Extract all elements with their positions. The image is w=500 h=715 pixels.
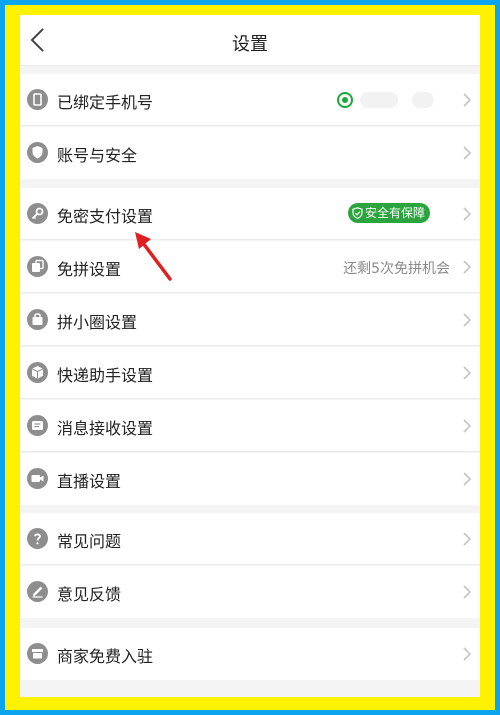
phone-icon (27, 89, 48, 110)
row-label: 商家免费入驻 (57, 647, 154, 666)
divider (20, 292, 480, 293)
key-icon (27, 203, 48, 224)
masked-phone-number (412, 92, 434, 108)
chevron-right-icon (463, 419, 472, 433)
chevron-right-icon (463, 207, 472, 221)
divider (20, 451, 480, 452)
settings-row-security[interactable]: 账号与安全 (20, 127, 480, 179)
group-buy-icon (27, 256, 48, 277)
divider (20, 564, 480, 565)
divider (20, 398, 480, 399)
row-label: 快递助手设置 (57, 366, 154, 385)
chevron-right-icon (463, 532, 472, 546)
chevron-right-icon (463, 647, 472, 661)
settings-row-msg[interactable]: 消息接收设置 (20, 400, 480, 452)
row-label: 直播设置 (57, 472, 122, 491)
row-label: 已绑定手机号 (57, 93, 154, 112)
settings-row-express[interactable]: 快递助手设置 (20, 347, 480, 399)
row-label: 账号与安全 (57, 146, 138, 165)
divider (20, 125, 480, 126)
shield-icon (27, 142, 48, 163)
settings-row-circle[interactable]: 拼小圈设置 (20, 294, 480, 346)
store-icon (27, 643, 48, 664)
settings-row-faq[interactable]: 常见问题 (20, 513, 480, 565)
question-icon (27, 528, 48, 549)
row-label: 意见反馈 (57, 585, 122, 604)
row-label: 免拼设置 (57, 260, 122, 279)
page-title: 设置 (232, 34, 268, 55)
settings-row-pin[interactable]: 免拼设置 还剩5次免拼机会 (20, 241, 480, 293)
settings-screen: 设置 已绑定手机号 账号与安全 免密支付设置 安全有保障 免拼设置 还剩5次免拼… (20, 15, 480, 697)
top-bar: 设置 (20, 15, 480, 66)
chevron-right-icon (463, 366, 472, 380)
row-label: 拼小圈设置 (57, 313, 138, 332)
message-icon (27, 415, 48, 436)
shield-check-icon (352, 207, 363, 219)
settings-row-live[interactable]: 直播设置 (20, 453, 480, 505)
bag-icon (27, 309, 48, 330)
video-camera-icon (27, 468, 48, 489)
settings-row-phone[interactable]: 已绑定手机号 (20, 74, 480, 126)
chevron-right-icon (463, 585, 472, 599)
settings-row-merchant[interactable]: 商家免费入驻 (20, 628, 480, 680)
remaining-count: 还剩5次免拼机会 (343, 261, 450, 277)
row-label: 免密支付设置 (57, 207, 154, 226)
chevron-right-icon (463, 260, 472, 274)
annotation-arrow-icon (135, 232, 172, 281)
chevron-right-icon (463, 93, 472, 107)
package-icon (27, 362, 48, 383)
divider (20, 239, 480, 240)
verified-icon (337, 92, 353, 108)
chevron-right-icon (463, 146, 472, 160)
divider (20, 345, 480, 346)
chevron-right-icon (463, 313, 472, 327)
pencil-icon (27, 581, 48, 602)
masked-phone-number (360, 92, 398, 108)
settings-row-pay[interactable]: 免密支付设置 安全有保障 (20, 188, 480, 240)
badge-text: 安全有保障 (365, 206, 426, 220)
row-label: 消息接收设置 (57, 419, 154, 438)
row-label: 常见问题 (57, 532, 122, 551)
security-badge: 安全有保障 (348, 203, 431, 223)
settings-row-feedback[interactable]: 意见反馈 (20, 566, 480, 618)
chevron-right-icon (463, 472, 472, 486)
